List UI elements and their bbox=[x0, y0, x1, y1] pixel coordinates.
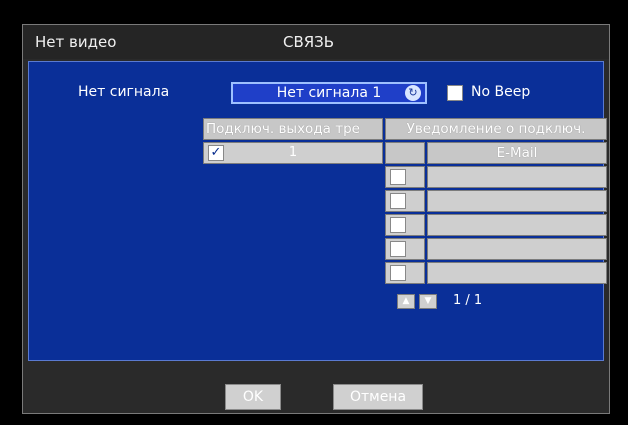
notify-row-email[interactable] bbox=[427, 190, 607, 212]
notify-row-checkbox[interactable] bbox=[390, 241, 406, 257]
notify-row-check-cell bbox=[385, 262, 425, 284]
output-table-header: Подключ. выхода тре bbox=[203, 118, 383, 140]
signal-select-value: Нет сигнала 1 bbox=[276, 85, 382, 101]
notify-row-check-cell bbox=[385, 166, 425, 188]
output-row-value: 1 bbox=[288, 145, 298, 160]
output-row-checkbox[interactable]: ✓ bbox=[208, 145, 224, 161]
cancel-button[interactable]: Отмена bbox=[333, 384, 423, 410]
window-title-left: Нет видео bbox=[35, 33, 117, 51]
signal-select[interactable]: Нет сигнала 1 ↻ bbox=[231, 82, 427, 104]
output-row[interactable]: ✓ 1 bbox=[203, 142, 383, 164]
notify-row-checkbox[interactable] bbox=[390, 169, 406, 185]
signal-label: Нет сигнала bbox=[78, 84, 170, 100]
notify-row-email[interactable] bbox=[427, 238, 607, 260]
no-beep-checkbox[interactable] bbox=[447, 85, 463, 101]
notify-col-checkbox bbox=[385, 142, 425, 164]
content-panel: Нет сигнала Нет сигнала 1 ↻ No Beep Подк… bbox=[28, 61, 607, 361]
notify-row-check-cell bbox=[385, 214, 425, 236]
notify-col-email: E-Mail bbox=[427, 142, 607, 164]
arrow-down-icon[interactable]: ▼ bbox=[419, 294, 437, 309]
notify-row-email[interactable] bbox=[427, 166, 607, 188]
arrow-up-icon[interactable]: ▲ bbox=[397, 294, 415, 309]
notify-row-checkbox[interactable] bbox=[390, 217, 406, 233]
page-indicator: 1 / 1 bbox=[453, 293, 483, 308]
dialog-window: Нет видео СВЯЗЬ Нет сигнала Нет сигнала … bbox=[22, 24, 610, 414]
notify-row-checkbox[interactable] bbox=[390, 193, 406, 209]
ok-button[interactable]: OK bbox=[225, 384, 281, 410]
notify-row-check-cell bbox=[385, 238, 425, 260]
notify-row-checkbox[interactable] bbox=[390, 265, 406, 281]
notify-table-header: Уведомление о подключ. bbox=[385, 118, 607, 140]
refresh-icon[interactable]: ↻ bbox=[405, 85, 421, 101]
notify-row-email[interactable] bbox=[427, 262, 607, 284]
notify-row-email[interactable] bbox=[427, 214, 607, 236]
notify-row-check-cell bbox=[385, 190, 425, 212]
no-beep-label: No Beep bbox=[471, 84, 531, 100]
window-title-center: СВЯЗЬ bbox=[283, 33, 335, 51]
title-bar: Нет видео СВЯЗЬ bbox=[23, 25, 609, 59]
